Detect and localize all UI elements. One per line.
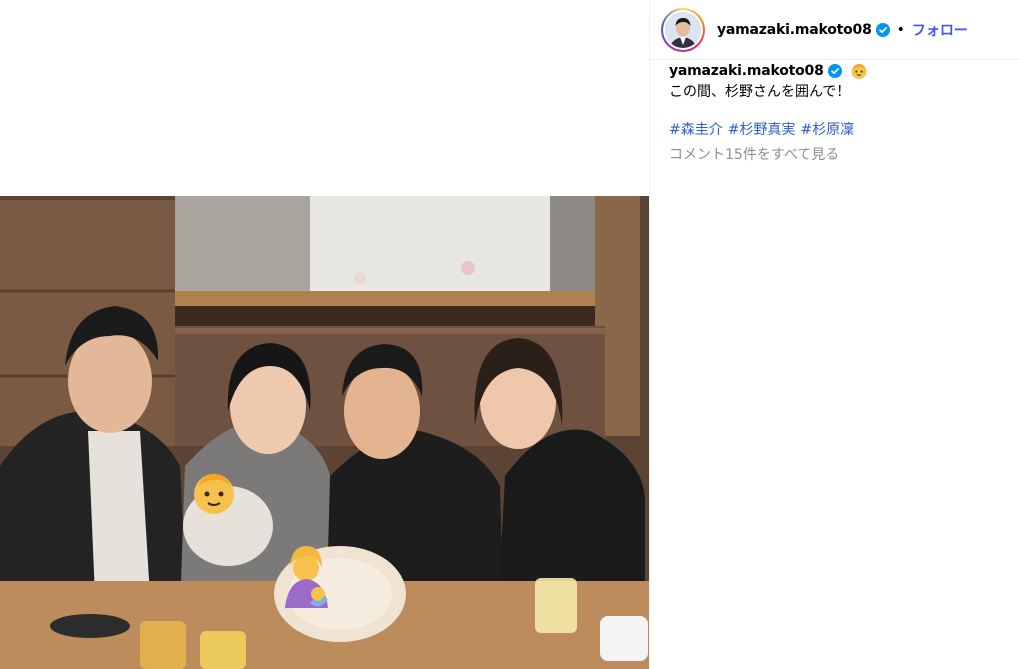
avatar[interactable] bbox=[665, 11, 701, 48]
baby-face-emoji bbox=[194, 474, 234, 514]
story-ring[interactable] bbox=[661, 7, 705, 52]
hashtag-list: #森圭介 #杉野真実 #杉原凜 bbox=[669, 120, 1009, 140]
hashtag-link[interactable]: #杉原凜 bbox=[800, 122, 854, 138]
post-photo[interactable] bbox=[0, 196, 649, 669]
baby-emoji-icon bbox=[851, 64, 867, 79]
post-caption: yamazaki.makoto08 この間、杉野さんを囲んで！ #森圭介 #杉野真… bbox=[669, 62, 1009, 165]
verified-badge-icon bbox=[875, 22, 890, 37]
photo-illustration bbox=[0, 196, 649, 669]
caption-username[interactable]: yamazaki.makoto08 bbox=[669, 63, 824, 79]
hashtag-link[interactable]: #杉野真実 bbox=[728, 122, 796, 138]
avatar-image bbox=[665, 11, 701, 48]
post-media-pane bbox=[0, 0, 649, 669]
header-username[interactable]: yamazaki.makoto08 bbox=[717, 22, 872, 38]
hashtag-link[interactable]: #森圭介 bbox=[669, 122, 723, 138]
verified-badge-icon bbox=[827, 64, 842, 78]
view-all-comments-link[interactable]: コメント15件をすべて見る bbox=[669, 145, 1009, 165]
post-header: yamazaki.makoto08 • フォロー bbox=[650, 0, 1019, 60]
caption-text: この間、杉野さんを囲んで！ bbox=[669, 84, 851, 100]
separator-dot: • bbox=[896, 21, 905, 38]
post-side-pane: yamazaki.makoto08 • フォロー yamazaki.makoto… bbox=[649, 0, 1019, 669]
follow-button[interactable]: フォロー bbox=[912, 20, 968, 40]
